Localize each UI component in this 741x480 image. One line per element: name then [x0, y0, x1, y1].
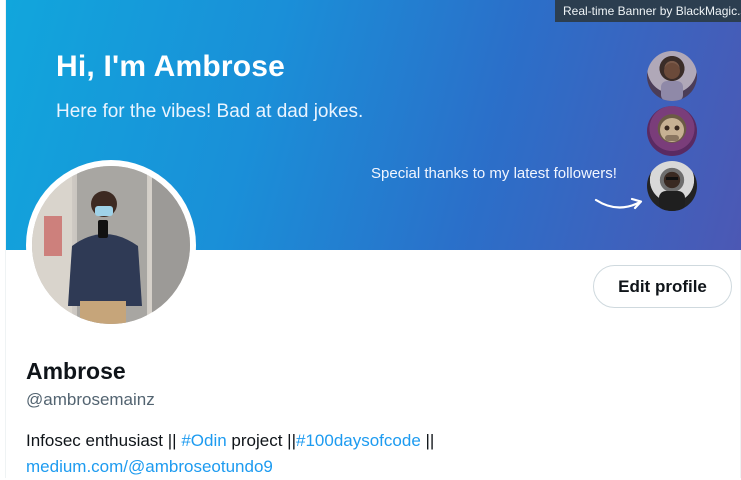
- profile-bio: Infosec enthusiast || #Odin project ||#1…: [26, 428, 726, 480]
- profile-photo: [32, 166, 190, 324]
- banner-subtitle: Here for the vibes! Bad at dad jokes.: [56, 101, 364, 122]
- hashtag-odin-link[interactable]: #Odin: [181, 431, 226, 450]
- profile-avatar[interactable]: [26, 160, 196, 330]
- follower-avatar-1: [647, 51, 697, 101]
- medium-profile-link[interactable]: medium.com/@ambroseotundo9: [26, 457, 273, 476]
- bio-text-1: Infosec enthusiast ||: [26, 431, 182, 450]
- banner-thanks-text: Special thanks to my latest followers!: [371, 165, 617, 182]
- follower-avatar-2: [647, 106, 697, 156]
- bio-text-2: project ||: [226, 431, 296, 450]
- profile-handle: @ambrosemainz: [26, 390, 155, 409]
- curved-arrow-icon: [594, 197, 643, 210]
- profile-name: Ambrose: [26, 358, 126, 384]
- follower-avatar-3: [647, 161, 697, 211]
- edit-profile-button[interactable]: Edit profile: [593, 265, 732, 308]
- banner-title: Hi, I'm Ambrose: [56, 50, 286, 83]
- banner-credit-tag: Real-time Banner by BlackMagic.s: [555, 0, 741, 22]
- hashtag-100daysofcode-link[interactable]: #100daysofcode: [296, 431, 421, 450]
- bio-text-3: ||: [420, 431, 435, 450]
